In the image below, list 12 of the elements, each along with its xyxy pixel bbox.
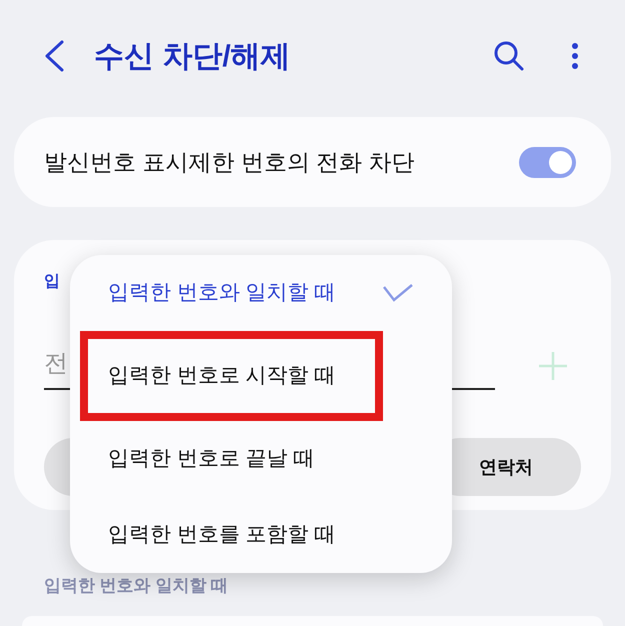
check-icon: [382, 283, 414, 303]
menu-option[interactable]: 입력한 번호와 일치할 때: [80, 255, 336, 331]
menu-option[interactable]: 입력한 번호로 시작할 때: [80, 331, 383, 421]
menu-option[interactable]: 입력한 번호로 끝날 때: [80, 421, 315, 497]
toggle-switch[interactable]: [519, 146, 576, 178]
more-options-icon[interactable]: [571, 42, 579, 70]
field-label: 입: [44, 272, 60, 292]
page-title: 수신 차단/해제: [94, 38, 291, 74]
section-label: 입력한 번호와 일치할 때: [44, 575, 230, 597]
setting-label: 발신번호 표시제한 번호의 전화 차단: [44, 148, 415, 177]
menu-option[interactable]: 입력한 번호를 포함할 때: [80, 497, 336, 573]
search-icon[interactable]: [493, 40, 525, 72]
